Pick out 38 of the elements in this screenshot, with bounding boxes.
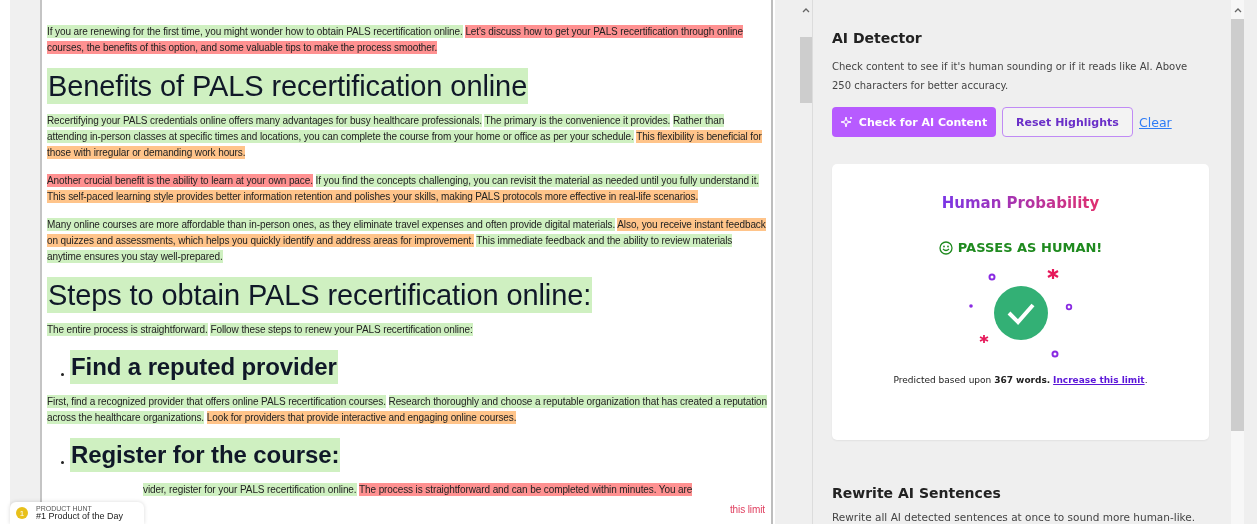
highlighted-sentence: vider, register for your PALS recertification online. xyxy=(143,483,357,496)
highlighted-sentence: Follow these steps to renew your PALS recertification online: xyxy=(210,323,473,336)
highlighted-sentence: If you find the concepts challenging, you can revisit the material as needed until you fully understand it. xyxy=(315,174,760,187)
section-heading: Benefits of PALS recertification online xyxy=(47,68,529,104)
rank-medal: 1 xyxy=(16,507,28,519)
highlighted-sentence: The primary is the convenience it provides. xyxy=(484,114,671,127)
result-title: Human Probability xyxy=(941,194,1100,212)
list-heading: Find a reputed provider xyxy=(70,350,338,384)
highlighted-sentence: This self-paced learning style provides better information retention and polishes your skills, making PALS protocols more effective in real-life scenarios. xyxy=(47,190,699,203)
increase-limit-link[interactable]: Increase this limit xyxy=(1053,375,1145,385)
scroll-up-icon[interactable] xyxy=(802,8,810,13)
badge-title: #1 Product of the Day xyxy=(36,512,124,521)
check-ai-button[interactable]: Check for AI Content xyxy=(832,107,996,137)
highlighted-sentence: Many online courses are more affordable than in-person ones, as they eliminate travel expenses and often provide digital materials. xyxy=(47,218,616,231)
highlighted-sentence: The entire process is straightforward. xyxy=(47,323,208,336)
scroll-up-icon[interactable] xyxy=(1233,8,1242,13)
bullet-icon xyxy=(61,373,64,376)
prediction-note: Predicted based upon 367 words. Increase this limit. xyxy=(893,375,1148,385)
list-heading: Register for the course: xyxy=(70,438,341,472)
scrollbar-thumb[interactable] xyxy=(1231,19,1244,431)
highlighted-sentence: Another crucial benefit is the ability to learn at your own pace. xyxy=(47,174,313,187)
section-heading: Steps to obtain PALS recertification online: xyxy=(47,277,593,313)
highlighted-sentence: The process is straightforward and can be completed within minutes. You are xyxy=(359,483,693,496)
scrollbar-thumb[interactable] xyxy=(800,37,812,103)
verdict-label: PASSES AS HUMAN! xyxy=(957,240,1103,255)
highlighted-sentence: Look for providers that provide interactive and engaging online courses. xyxy=(206,411,517,424)
section-description: Rewrite all AI detected sentences at once to sound more human-like. xyxy=(832,511,1197,523)
clear-link[interactable]: Clear xyxy=(1139,114,1172,130)
smiley-icon xyxy=(938,240,953,255)
bullet-icon xyxy=(61,461,64,464)
highlighted-sentence: First, find a recognized provider that offers online PALS recertification courses. xyxy=(47,395,386,408)
reset-highlights-button[interactable]: Reset Highlights xyxy=(1002,107,1133,137)
highlighted-sentence: Recertifying your PALS credentials online offers many advantages for busy healthcare professionals. xyxy=(47,114,482,127)
highlighted-sentence: If you are renewing for the first time, you might wonder how to obtain PALS recertification online. xyxy=(47,25,463,38)
sparkle-icon xyxy=(840,116,853,128)
panel-description: Check content to see if it's human sounding or if it reads like AI. Above 250 characters for better accuracy. xyxy=(832,60,1189,93)
section-title: Rewrite AI Sentences xyxy=(832,485,1002,501)
panel-title: AI Detector xyxy=(832,30,923,46)
